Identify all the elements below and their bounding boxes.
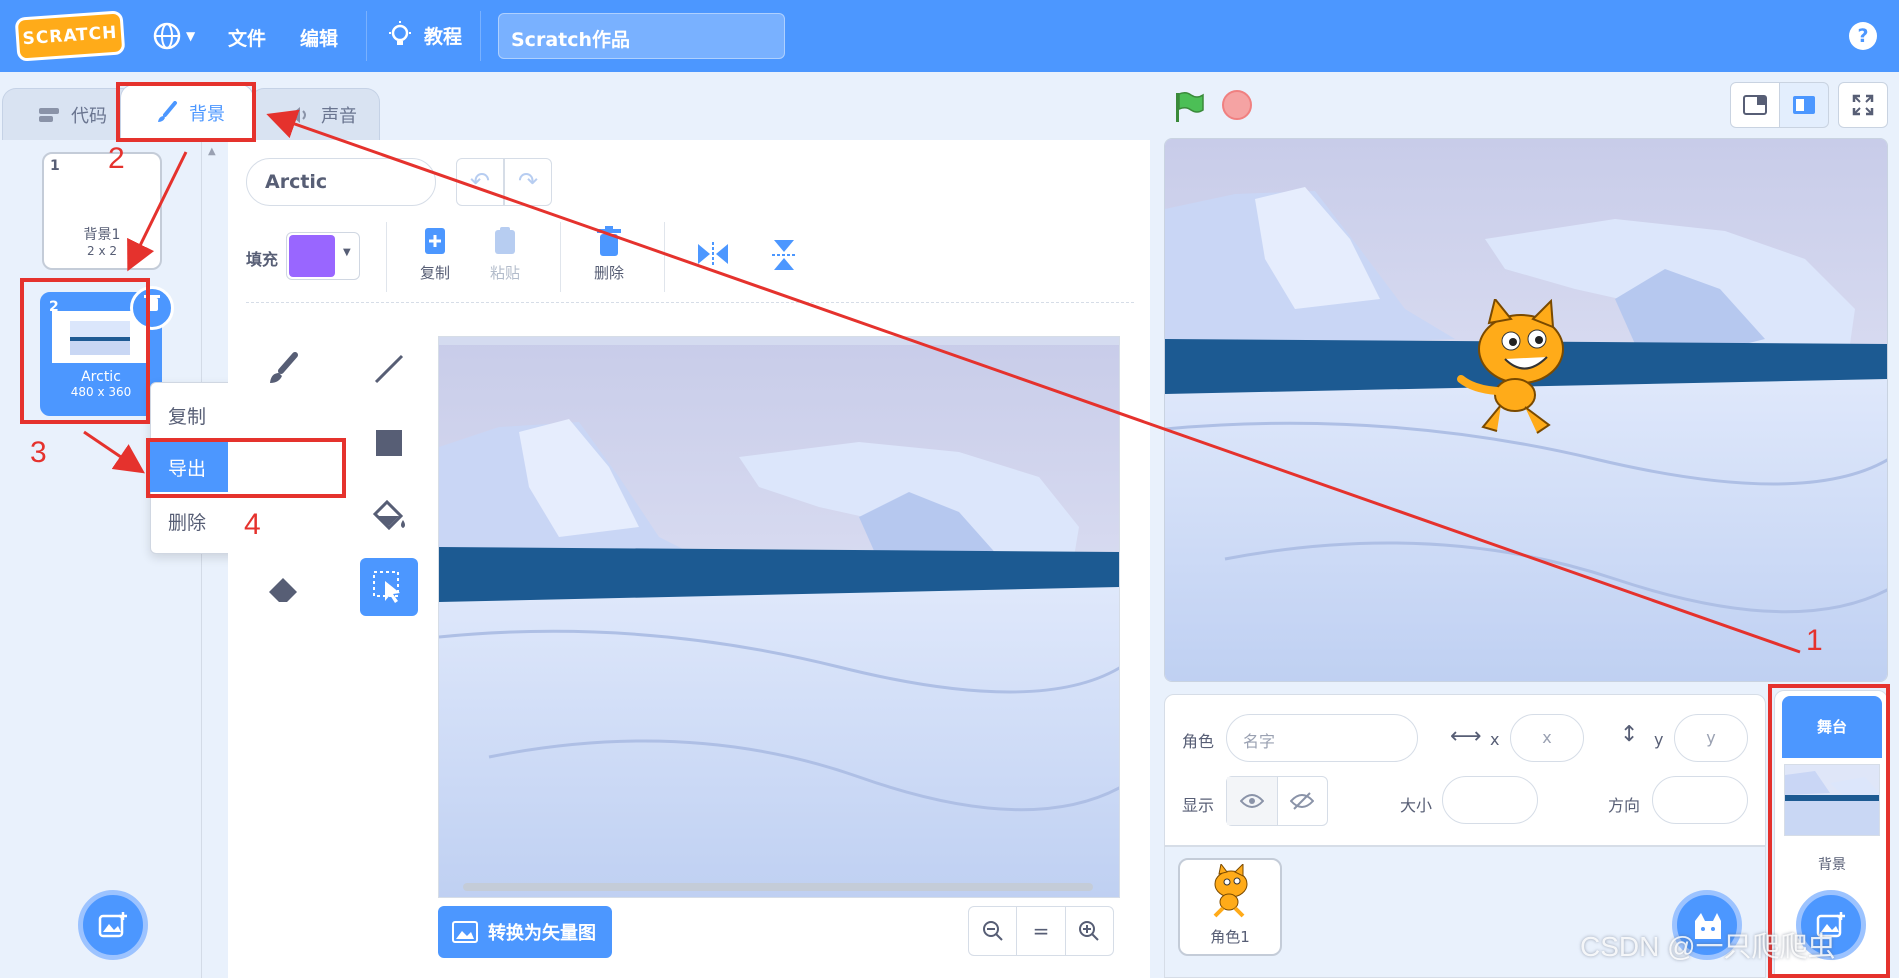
annotation-number-3: 3: [30, 436, 47, 469]
watermark: CSDN @一只爬爬虫: [1580, 931, 1836, 962]
annotation-number-4: 4: [244, 508, 261, 541]
annotation-arrows: [83, 109, 1801, 654]
annotation-number-2: 2: [108, 142, 125, 175]
annotation-number-1: 1: [1806, 624, 1823, 657]
